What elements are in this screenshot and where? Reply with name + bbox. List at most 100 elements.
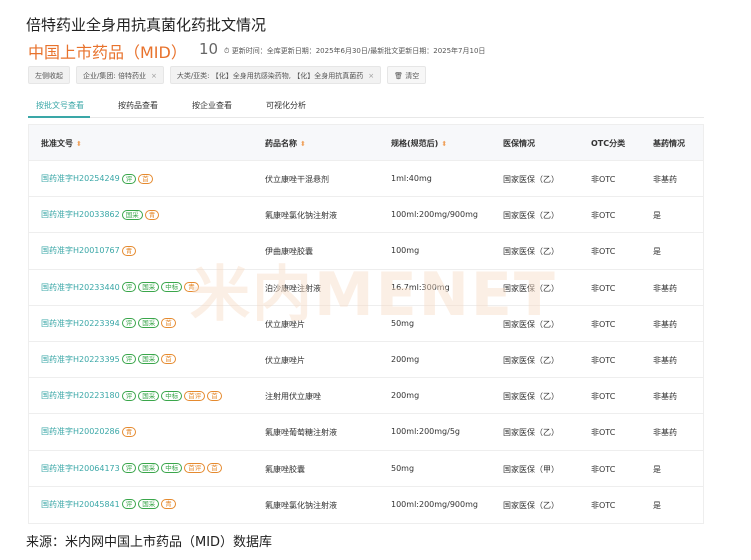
filter-chip-category[interactable]: 大类/亚类: 【化】全身用抗感染药物, 【化】全身用抗真菌药 × [169,66,382,84]
status-badge: 评 [121,390,137,401]
cell-base: 非基药 [653,392,677,402]
approval-number-link[interactable]: 国药准字H20254249 [41,173,120,184]
status-badge: 国采 [138,354,160,365]
status-badge: 青 [121,426,137,437]
cell-insurance: 国家医保（甲） [503,464,559,474]
cell-approval: 国药准字H20010767 青 [41,245,137,256]
cell-otc: 非OTC [591,392,616,402]
col-base: 基药情况 [653,139,685,148]
trash-icon: 🗑 [394,72,403,80]
cell-spec: 100ml:200mg/5g [391,427,460,437]
status-badge: 国采 [138,282,160,293]
cell-otc: 非OTC [591,283,616,293]
tab-by-drug[interactable]: 按药品查看 [118,100,158,111]
col-insurance: 医保情况 [503,139,535,148]
cell-drug-name: 氟康唑胶囊 [265,464,305,474]
cell-otc: 非OTC [591,247,616,257]
table-row: 国药准字H20033862 国采青 氟康唑氯化钠注射液 100ml:200mg/900… [29,197,703,234]
status-badge: 首评 [184,463,206,473]
approval-number-link[interactable]: 国药准字H20020286 [41,426,120,437]
status-badge: 国采 [138,463,160,473]
status-badge: 国采 [121,209,143,220]
table-row: 国药准字H20045841 评国采青 氟康唑氯化钠注射液 100ml:200mg/90… [29,487,703,523]
cell-approval: 国药准字H20254249 评首 [41,173,153,184]
cell-approval: 国药准字H20233440 评国采 中标青 [41,282,199,293]
cell-insurance: 国家医保（乙） [503,428,559,438]
sort-icon[interactable]: ⬍ [300,140,306,148]
approval-number-link[interactable]: 国药准字H20064173 [41,463,120,474]
approval-number-link[interactable]: 国药准字H20223395 [41,354,120,365]
table-header: 批准文号 ⬍ 药品名称 ⬍ 规格(规范后) ⬍ 医保情况 OTC分类 基药情况 [29,125,703,161]
update-label: 更新时间： [231,47,267,55]
cell-base: 是 [653,500,661,510]
status-badge: 首 [138,173,153,184]
tab-visual-analysis[interactable]: 可视化分析 [266,100,306,111]
status-badge: 评 [121,318,137,329]
sort-icon[interactable]: ⬍ [76,140,82,148]
close-icon[interactable]: × [151,72,157,80]
cell-base: 是 [653,211,661,221]
clear-filters-button[interactable]: 🗑 清空 [387,66,427,84]
cell-drug-name: 氟康唑葡萄糖注射液 [265,428,337,438]
cell-base: 是 [653,247,661,257]
cell-spec: 100ml:200mg/900mg [391,499,478,509]
approval-number-link[interactable]: 国药准字H20010767 [41,245,120,256]
active-tab-indicator [28,116,90,118]
status-badge: 中标 [161,390,183,401]
cell-approval: 国药准字H20033862 国采青 [41,209,160,220]
status-badge: 青 [161,499,176,510]
status-badge: 评 [121,282,137,293]
cell-spec: 200mg [391,354,420,364]
cell-spec: 1ml:40mg [391,174,432,183]
cell-base: 非基药 [653,319,677,329]
table-row: 国药准字H20223180 评国采 中标 首评首 注射用伏立康唑 200mg 国家医保（乙）… [29,378,703,415]
status-badge: 首 [161,354,176,365]
col-name[interactable]: 药品名称 ⬍ [265,138,306,149]
cell-approval: 国药准字H20045841 评国采青 [41,499,176,510]
col-approval[interactable]: 批准文号 ⬍ [41,138,82,149]
table-row: 国药准字H20254249 评首 伏立康唑干混悬剂 1ml:40mg 国家医保（乙） 非O… [29,161,703,198]
approval-number-link[interactable]: 国药准字H20223394 [41,318,120,329]
approval-number-link[interactable]: 国药准字H20233440 [41,282,120,293]
table-body: 国药准字H20254249 评首伏立康唑干混悬剂 1ml:40mg 国家医保（乙） 非O… [29,161,703,523]
source-note: 来源：米内网中国上市药品（MID）数据库 [26,535,273,550]
cell-base: 是 [653,464,661,474]
update-text: 全库更新日期：2025年6月30日/最新批文更新日期：2025年7月10日 [266,47,486,55]
filter-chip-company[interactable]: 企业/集团: 倍特药业 × [76,66,164,84]
status-badge: 国采 [138,390,160,401]
cell-insurance: 国家医保（乙） [503,355,559,365]
table-row: 国药准字H20223395 评国采首 伏立康唑片 200mg 国家医保（乙） 非OTC 非基… [29,342,703,379]
approval-number-link[interactable]: 国药准字H20033862 [41,209,120,220]
database-title: 中国上市药品（MID） [28,43,187,62]
col-spec[interactable]: 规格(规范后) ⬍ [391,138,447,149]
table-row: 国药准字H20064173 评国采 中标 首评首 氟康唑胶囊 50mg 国家医保（甲） 非OT… [29,451,703,487]
view-tabs: 按批文号查看 按药品查看 按企业查看 可视化分析 [28,96,704,118]
close-icon[interactable]: × [368,72,374,80]
cell-otc: 非OTC [591,428,616,438]
cell-otc: 非OTC [591,175,616,184]
approval-number-link[interactable]: 国药准字H20045841 [41,499,120,510]
cell-approval: 国药准字H20223394 评国采首 [41,318,176,329]
cell-insurance: 国家医保（乙） [503,211,559,221]
status-badge: 首 [207,463,222,473]
cell-base: 非基药 [653,428,677,438]
tab-by-approval[interactable]: 按批文号查看 [36,100,84,111]
clock-icon: ⏱ [224,47,230,55]
status-badge: 评 [121,499,137,510]
update-info: ⏱ 更新时间：全库更新日期：2025年6月30日/最新批文更新日期：2025年7… [224,46,485,56]
status-badge: 评 [121,173,137,184]
status-badge: 首 [161,318,176,329]
filter-bar: 左侧收起 企业/集团: 倍特药业 × 大类/亚类: 【化】全身用抗感染药物, 【化… [28,66,432,84]
sort-icon[interactable]: ⬍ [441,140,447,148]
collapse-left-chip[interactable]: 左侧收起 [28,66,70,84]
status-badge: 中标 [161,463,183,473]
watermark-logo: 米内MENET [190,260,557,330]
cell-drug-name: 氟康唑氯化钠注射液 [265,500,337,510]
cell-spec: 200mg [391,391,420,401]
approval-number-link[interactable]: 国药准字H20223180 [41,390,120,401]
cell-spec: 100ml:200mg/900mg [391,210,478,220]
cell-base: 非基药 [653,175,677,184]
tab-by-company[interactable]: 按企业查看 [192,100,232,111]
status-badge: 中标 [161,282,183,293]
col-otc: OTC分类 [591,139,626,148]
